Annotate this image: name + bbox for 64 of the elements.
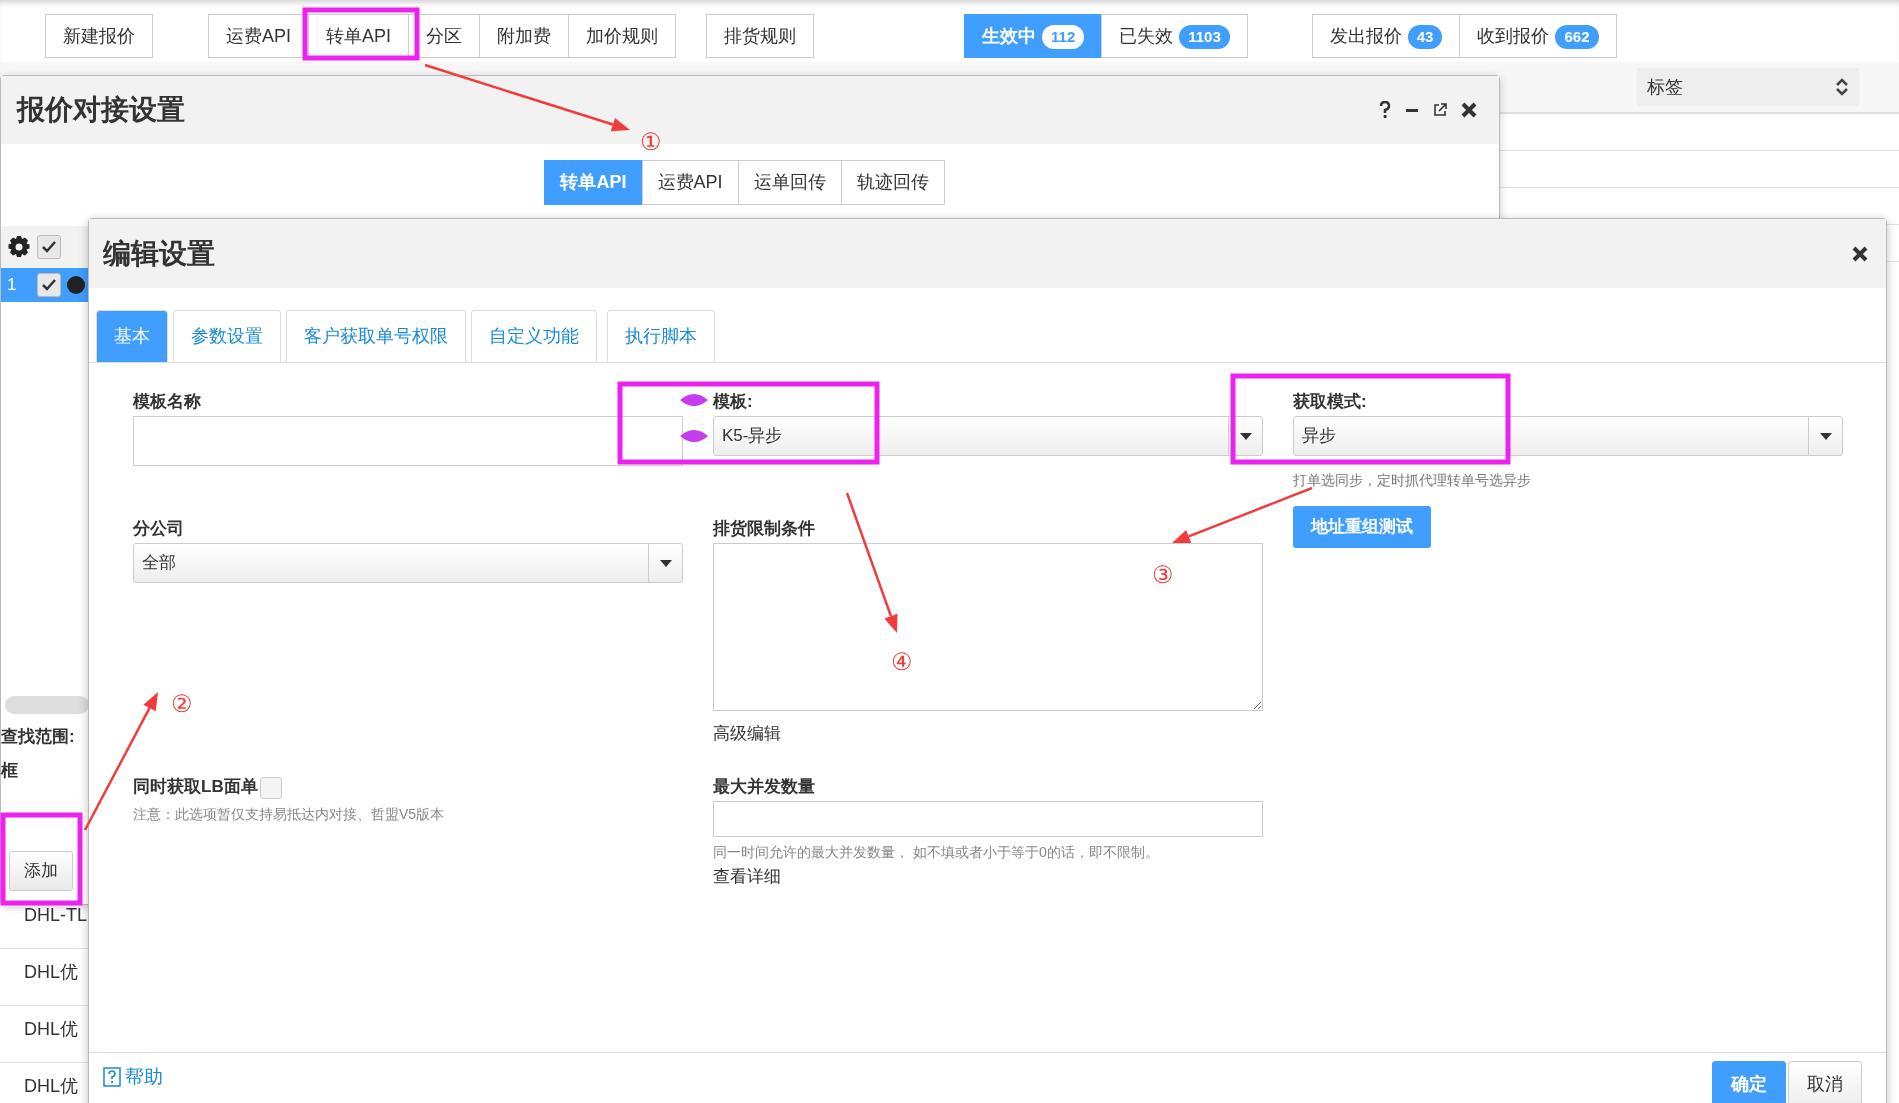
details-link[interactable]: 查看详细 xyxy=(713,867,781,887)
input-field[interactable] xyxy=(713,801,1263,837)
select-field[interactable]: K5-异步 xyxy=(713,416,1263,456)
hint-text: 同一时间允许的最大并发数量， 如不填或者小于等于0的话，即不限制。 查看详细 xyxy=(713,843,1160,889)
column-select[interactable]: 标签 xyxy=(1637,68,1859,106)
annotation-blob-drawing xyxy=(680,394,708,442)
caret-icon xyxy=(659,559,672,567)
toolbar-button[interactable]: 分区 xyxy=(408,14,481,58)
row-number: 1 xyxy=(7,274,18,297)
note-text: 注意：此选项暂仅支持易抵达内对接、哲盟V5版本 xyxy=(133,805,446,824)
field-label: 分公司 xyxy=(133,518,185,538)
field-label: 模板: xyxy=(713,391,754,411)
search-range-label: 查找范围: xyxy=(1,726,75,748)
tab[interactable]: 执行脚本 xyxy=(607,310,715,362)
close-icon xyxy=(1852,245,1868,262)
tab[interactable]: 客户获取单号权限 xyxy=(286,310,466,362)
tab[interactable]: 轨迹回传 xyxy=(840,160,945,205)
hint-text: 打单选同步，定时抓代理转单号选异步 xyxy=(1293,471,1532,490)
field-label: 同时获取LB面单 xyxy=(133,777,258,796)
check-icon xyxy=(41,240,57,254)
filter-button[interactable]: 已失效 1103 xyxy=(1101,14,1248,58)
toolbar-button[interactable]: 排货规则 xyxy=(706,14,815,58)
dialog-title: 报价对接设置 xyxy=(17,93,185,127)
field-label: 最大并发数量 xyxy=(713,776,816,796)
input-field[interactable] xyxy=(133,416,683,466)
sort-icon xyxy=(1835,77,1849,97)
tab[interactable]: 参数设置 xyxy=(173,310,281,362)
toolbar-button[interactable]: 附加费 xyxy=(479,14,570,58)
popout-icon xyxy=(1433,103,1447,117)
tab[interactable]: 运单回传 xyxy=(737,160,842,205)
select-field[interactable]: 异步 xyxy=(1293,416,1843,456)
text-area[interactable] xyxy=(713,543,1263,711)
cancel-button[interactable]: 取消 xyxy=(1788,1061,1862,1103)
callout-number: ③ xyxy=(1152,561,1174,588)
tab[interactable]: 运费API xyxy=(641,160,739,205)
check-icon xyxy=(41,278,57,292)
settings-icon xyxy=(7,235,31,259)
search-range-text: 框 xyxy=(1,760,18,782)
tab[interactable]: 自定义功能 xyxy=(471,310,597,362)
callout-number: ④ xyxy=(891,648,913,675)
help-icon xyxy=(103,1067,121,1088)
checkbox[interactable] xyxy=(259,776,282,799)
scrollbar[interactable] xyxy=(5,696,89,714)
checkbox[interactable] xyxy=(37,235,61,259)
callout-number: ② xyxy=(171,690,193,717)
field-label: 获取模式: xyxy=(1293,391,1368,411)
help-icon xyxy=(1379,101,1391,119)
field-label: 模板名称 xyxy=(133,391,202,411)
status-icon xyxy=(67,276,85,294)
filter-button[interactable]: 发出报价 43 xyxy=(1311,14,1461,58)
new-quote-button[interactable]: 新建报价 xyxy=(45,14,153,58)
help-link[interactable]: 帮助 xyxy=(103,1063,163,1092)
close-icon xyxy=(1461,102,1477,118)
toolbar-button[interactable]: 加价规则 xyxy=(568,14,677,58)
field-label: 排货限制条件 xyxy=(713,518,816,538)
callout-number: ① xyxy=(640,128,662,155)
dialog-title: 编辑设置 xyxy=(103,236,215,271)
caret-icon xyxy=(1239,432,1252,440)
caret-icon xyxy=(1819,432,1832,440)
add-button[interactable]: 添加 xyxy=(9,851,73,891)
advanced-edit-link[interactable]: 高级编辑 xyxy=(713,720,1263,746)
filter-button[interactable]: 收到报价 662 xyxy=(1459,14,1617,58)
select-field[interactable]: 全部 xyxy=(133,543,683,583)
checkbox[interactable] xyxy=(37,273,61,297)
